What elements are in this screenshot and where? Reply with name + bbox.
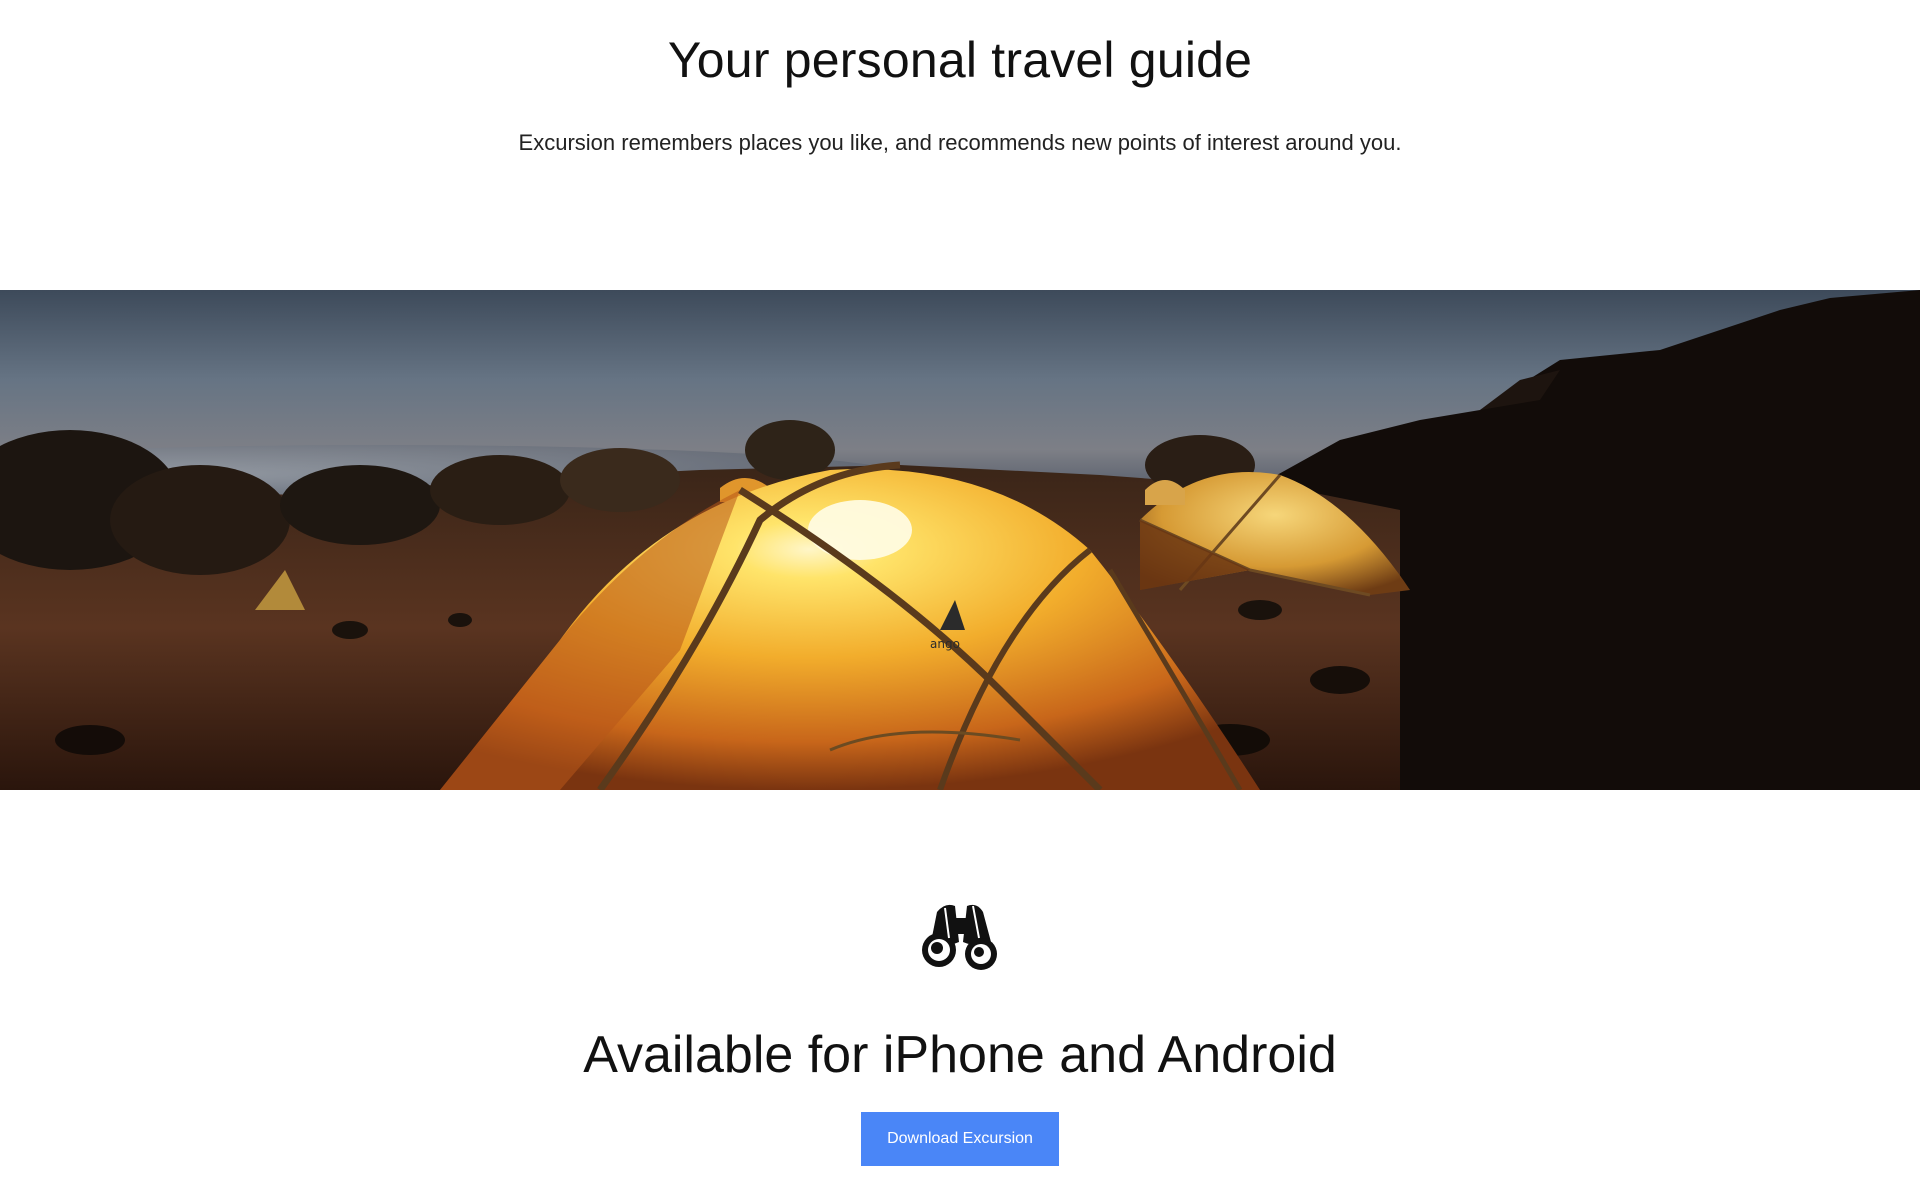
download-button[interactable]: Download Excursion (861, 1112, 1059, 1166)
hero-banner-image: ango (0, 290, 1920, 790)
binoculars-icon (915, 898, 1005, 970)
svg-text:ango: ango (930, 637, 960, 651)
page-title: Your personal travel guide (667, 32, 1253, 88)
page-subtitle: Excursion remembers places you like, and… (518, 130, 1402, 155)
landing-page: Your personal travel guide Excursion rem… (0, 0, 1920, 1200)
camping-tents-illustration: ango (0, 290, 1920, 790)
availability-heading: Available for iPhone and Android (583, 1026, 1337, 1084)
